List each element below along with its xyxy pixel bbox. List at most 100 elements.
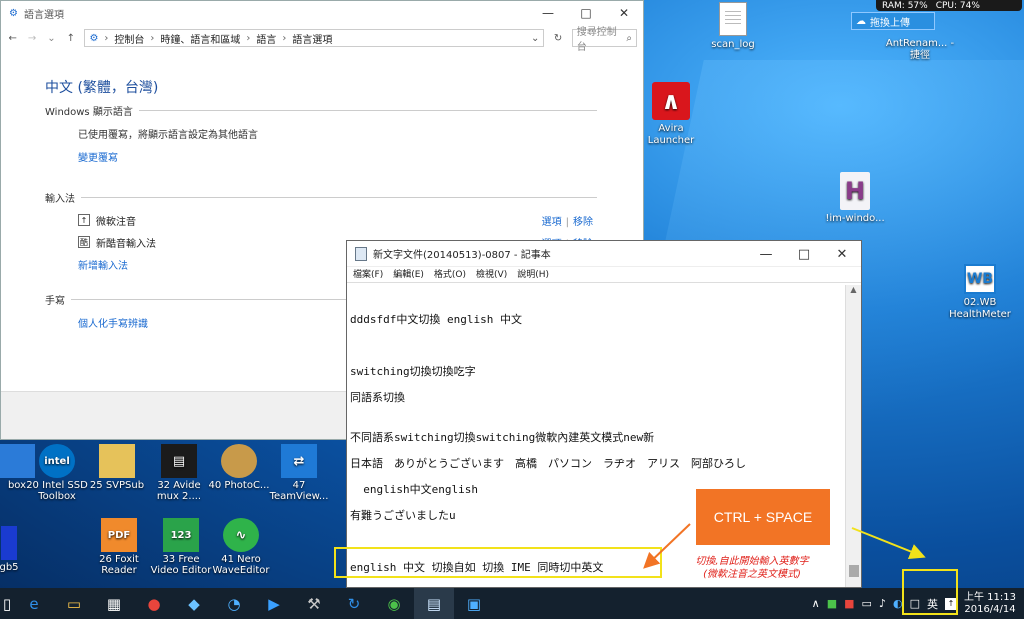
desktop-icon[interactable]: PDF 26 Foxit Reader <box>88 518 150 576</box>
wb-icon: WB <box>964 264 996 294</box>
desktop-icon-avira[interactable]: ∧ Avira Launcher <box>636 82 706 147</box>
desktop-icon-antrename[interactable]: AntRenam... - 捷徑 <box>880 38 960 62</box>
minimize-button[interactable]: — <box>529 1 567 25</box>
highlight-ime-indicator <box>902 569 958 615</box>
clock-time: 上午 11:13 <box>964 591 1016 603</box>
text-line: english中文english <box>350 483 478 496</box>
ime-remove-link[interactable]: 移除 <box>573 217 593 228</box>
edge-icon[interactable]: e <box>14 588 54 619</box>
file-explorer-icon[interactable]: ▭ <box>54 588 94 619</box>
chewing-ime-icon: 酷 <box>78 236 90 248</box>
desktop-icon[interactable]: 123 33 Free Video Editor <box>150 518 212 576</box>
desktop-icon[interactable]: gb5 <box>0 526 40 573</box>
utorrent-icon[interactable]: ◉ <box>374 588 414 619</box>
store-icon[interactable]: ▦ <box>94 588 134 619</box>
ram-usage: RAM: 57% <box>882 0 928 11</box>
upload-button-label: 拖換上傳 <box>870 17 910 29</box>
cloud-icon: ☁ <box>856 15 866 27</box>
breadcrumb-item[interactable]: 時鐘、語言和區域 <box>160 31 240 46</box>
tray-app-icon[interactable]: ■ <box>827 597 837 610</box>
clock[interactable]: 上午 11:13 2016/4/14 <box>964 592 1016 616</box>
scroll-up-icon[interactable]: ▲ <box>846 285 861 299</box>
show-desktop-button[interactable]: ▯ <box>0 588 14 619</box>
notepad-icon <box>355 246 367 261</box>
wave-icon: ∿ <box>223 518 259 552</box>
ctrl-space-callout: CTRL + SPACE <box>696 489 830 545</box>
section-windows-display-language: Windows 顯示語言 <box>45 103 597 118</box>
scroll-thumb[interactable] <box>849 565 859 577</box>
notepad-taskbar-icon[interactable]: ▤ <box>414 588 454 619</box>
desktop-icon-strip: box intel 20 Intel SSD Toolbox 25 SVPSub… <box>0 440 346 588</box>
cpu-usage: CPU: 74% <box>935 0 980 11</box>
avira-icon: ∧ <box>652 82 690 120</box>
control-panel-icon: ⚙ <box>9 7 18 19</box>
clapper-icon: ▤ <box>161 444 197 478</box>
ime-options-link[interactable]: 選項 <box>542 217 562 228</box>
chevron-down-icon[interactable]: ⌄ <box>531 33 539 44</box>
up-arrow-icon[interactable]: ↑ <box>65 33 76 44</box>
minimize-button[interactable]: — <box>747 241 785 267</box>
text-line: 不同語系switching切換switching微軟內建英文模式new新 <box>350 431 655 444</box>
battery-icon[interactable]: ▭ <box>862 597 872 610</box>
vertical-scrollbar[interactable]: ▲ <box>845 285 861 587</box>
control-panel-icon: ⚙ <box>89 32 99 44</box>
network-app-icon[interactable]: ◆ <box>174 588 214 619</box>
player-icon[interactable]: ▶ <box>254 588 294 619</box>
menu-format[interactable]: 格式(O) <box>434 267 466 282</box>
desktop-icon[interactable]: 40 PhotoC... <box>208 444 270 491</box>
change-override-link[interactable]: 變更覆寫 <box>78 149 643 164</box>
menu-file[interactable]: 檔案(F) <box>353 267 383 282</box>
window-title: 語言選項 <box>23 9 64 21</box>
section-input-method: 輸入法 <box>45 190 597 205</box>
breadcrumb-item[interactable]: 語言選項 <box>292 31 332 46</box>
volume-icon[interactable]: ♪ <box>879 597 886 610</box>
desktop-icon[interactable]: ⇄ 47 TeamView... <box>268 444 330 502</box>
chrome-icon[interactable]: ● <box>134 588 174 619</box>
desktop-icon-label: scan_log <box>711 39 755 50</box>
input-method-name: 新酷音輸入法 <box>96 238 156 250</box>
menu-view[interactable]: 檢視(V) <box>476 267 507 282</box>
refresh-icon[interactable]: ↻ <box>552 33 563 44</box>
menu-help[interactable]: 說明(H) <box>517 267 549 282</box>
tool-icon[interactable]: ⚒ <box>294 588 334 619</box>
menu-bar: 檔案(F) 編輯(E) 格式(O) 檢視(V) 說明(H) <box>347 267 861 283</box>
close-button[interactable]: ✕ <box>823 241 861 267</box>
sync-icon[interactable]: ↻ <box>334 588 374 619</box>
chevron-up-icon[interactable]: ∧ <box>812 597 820 610</box>
text-line: 日本語 ありがとうございます 高橋 パソコン ラヂオ アリス 阿部ひろし <box>350 457 746 470</box>
maximize-button[interactable]: □ <box>567 1 605 25</box>
desktop-icon[interactable]: ▤ 32 Avide mux 2.... <box>148 444 210 502</box>
breadcrumb-item[interactable]: 語言 <box>256 31 276 46</box>
clock-date: 2016/4/14 <box>964 603 1016 615</box>
desktop-icon-im-windo[interactable]: H !im-windo... <box>820 172 890 225</box>
back-arrow-icon[interactable]: ← <box>7 33 18 44</box>
control-panel-taskbar-icon[interactable]: ▣ <box>454 588 494 619</box>
desktop-icon-label: Avira Launcher <box>647 123 695 146</box>
search-input[interactable]: 搜尋控制台 ⌕ <box>571 27 637 53</box>
desktop-icon[interactable]: 25 SVPSub <box>86 444 148 491</box>
maximize-button[interactable]: □ <box>785 241 823 267</box>
forward-arrow-icon[interactable]: → <box>26 33 37 44</box>
search-icon: ⌕ <box>626 32 632 44</box>
callout-annotation: 切換,自此開始輸入英數字 (微軟注音之英文模式) <box>695 556 809 580</box>
avira-tray-icon[interactable]: ■ <box>844 597 854 610</box>
menu-edit[interactable]: 編輯(E) <box>393 267 424 282</box>
desktop-icon[interactable]: intel 20 Intel SSD Toolbox <box>26 444 88 502</box>
chevron-down-icon[interactable]: ⌄ <box>46 33 57 44</box>
desktop-icon[interactable]: ∿ 41 Nero WaveEditor <box>210 518 272 576</box>
folder-icon <box>99 444 135 478</box>
window-title: 新文字文件(20140513)-0807 - 記事本 <box>373 250 551 261</box>
breadcrumb-item[interactable]: 控制台 <box>114 31 144 46</box>
close-button[interactable]: ✕ <box>605 1 643 25</box>
desktop-icon-scan-log[interactable]: scan_log <box>698 2 768 51</box>
photo-icon <box>221 444 257 478</box>
breadcrumb[interactable]: ⚙ › 控制台 › 時鐘、語言和區域 › 語言 › 語言選項 ⌄ <box>84 29 545 47</box>
upload-button[interactable]: ☁ 拖換上傳 <box>851 12 935 30</box>
input-method-name: 微軟注音 <box>96 216 136 228</box>
address-bar: ← → ⌄ ↑ ⚙ › 控制台 › 時鐘、語言和區域 › 語言 › 語言選項 ⌄… <box>1 25 643 53</box>
video-editor-icon: 123 <box>163 518 199 552</box>
intel-icon: intel <box>39 444 75 478</box>
browser-icon[interactable]: ◔ <box>214 588 254 619</box>
text-line: dddsfdf中文切換 english 中文 <box>350 313 522 326</box>
desktop-icon-wb-healthmeter[interactable]: WB 02.WB HealthMeter <box>944 264 1016 321</box>
